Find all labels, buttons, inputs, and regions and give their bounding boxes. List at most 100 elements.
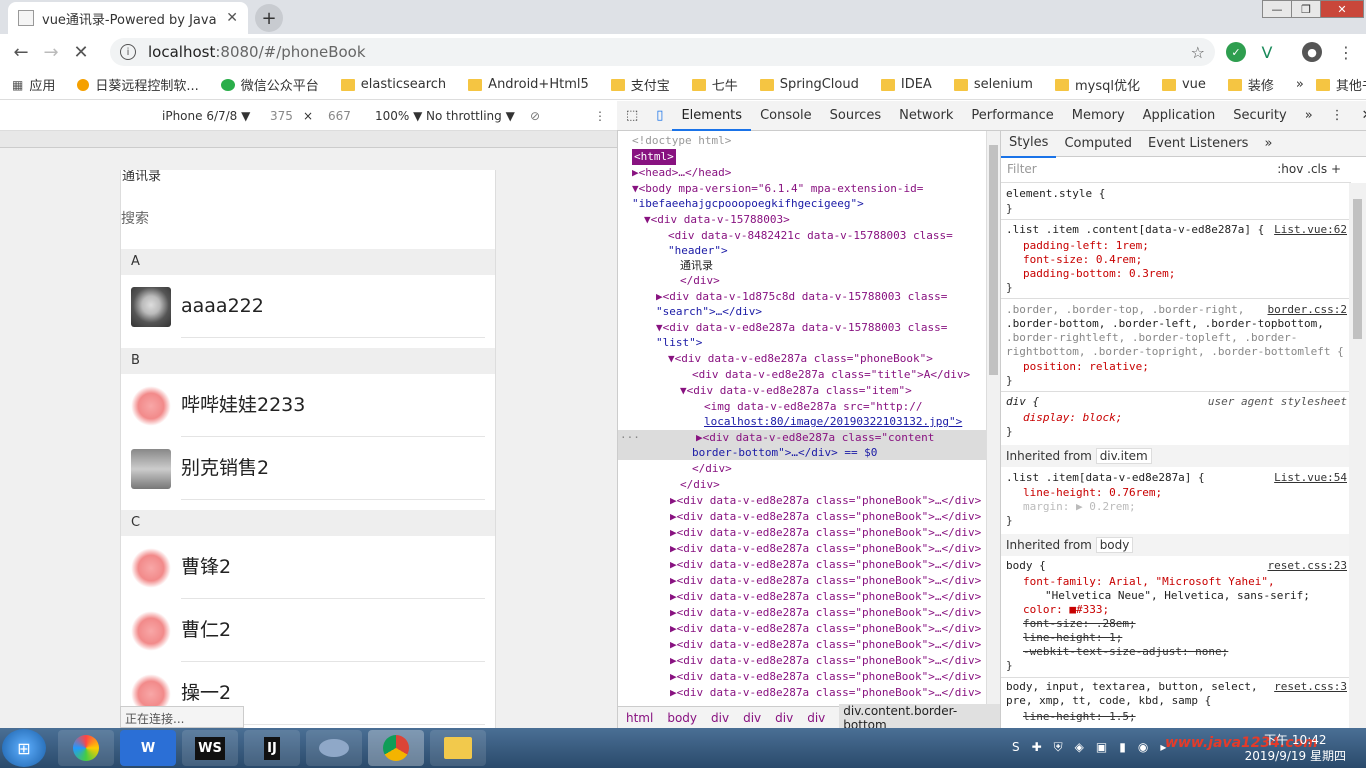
rule-source-link[interactable]: reset.css:3 bbox=[1274, 680, 1347, 694]
tab-styles[interactable]: Styles bbox=[1001, 130, 1057, 158]
rule-selector[interactable]: body { bbox=[1006, 559, 1046, 573]
css-property[interactable]: line-height: 1.5; bbox=[1023, 710, 1136, 724]
bookmark-folder[interactable]: vue bbox=[1161, 77, 1206, 92]
scroll-thumb[interactable] bbox=[1353, 199, 1362, 339]
rule-selector[interactable]: .list .item .content[data-v-ed8e287a] { bbox=[1006, 223, 1264, 237]
rule-selector[interactable]: .border-bottom, .border-left, .border-to… bbox=[1006, 317, 1324, 331]
browser-tab[interactable]: vue通讯录-Powered by Java12 ✕ bbox=[8, 2, 248, 34]
rule-selector[interactable]: pre, xmp, tt, code, kbd, samp { bbox=[1006, 694, 1211, 708]
new-tab-button[interactable]: + bbox=[255, 4, 283, 32]
taskbar-app-mysql[interactable] bbox=[306, 730, 362, 766]
css-property[interactable]: line-height: 0.76rem; bbox=[1023, 486, 1162, 500]
taskbar-app-wps[interactable]: W bbox=[120, 730, 176, 766]
css-property[interactable]: display: block; bbox=[1023, 411, 1122, 425]
elements-scrollbar[interactable] bbox=[986, 131, 1000, 706]
crumb[interactable]: html bbox=[626, 711, 653, 725]
rule-source-link[interactable]: List.vue:54 bbox=[1274, 471, 1347, 485]
inherited-chip[interactable]: div.item bbox=[1095, 448, 1152, 464]
dom-line[interactable]: "list"> bbox=[656, 335, 702, 351]
dom-line[interactable]: "header"> bbox=[668, 243, 728, 259]
tray-icons[interactable]: S✚⛨◈▣▮◉▸ bbox=[1012, 740, 1178, 755]
styles-scrollbar[interactable] bbox=[1349, 183, 1366, 728]
height-input[interactable]: 667 bbox=[328, 109, 351, 123]
rule-selector[interactable]: div { bbox=[1006, 395, 1039, 409]
dom-line[interactable]: ▶<div data-v-ed8e287a class="phoneBook">… bbox=[670, 669, 981, 685]
dom-line[interactable]: ▶<div data-v-ed8e287a class="phoneBook">… bbox=[670, 653, 981, 669]
device-select[interactable]: iPhone 6/7/8 ▼ bbox=[162, 109, 250, 123]
system-clock[interactable]: 下午 10:42 2019/9/19 星期四 bbox=[1245, 732, 1346, 764]
tab-application[interactable]: Application bbox=[1134, 101, 1225, 131]
rule-source-link[interactable]: border.css:2 bbox=[1268, 303, 1347, 317]
tab-security[interactable]: Security bbox=[1224, 101, 1295, 131]
close-tab-icon[interactable]: ✕ bbox=[226, 10, 238, 26]
address-bar[interactable]: i localhost:8080/#/phoneBook ☆ bbox=[110, 38, 1215, 66]
scroll-thumb[interactable] bbox=[989, 145, 998, 375]
css-property[interactable]: padding-bottom: 0.3rem; bbox=[1023, 267, 1175, 281]
filter-toggles[interactable]: :hov .cls + bbox=[1277, 162, 1341, 176]
tab-network[interactable]: Network bbox=[890, 101, 962, 131]
dom-line[interactable]: ▶<div data-v-1d875c8d data-v-15788003 cl… bbox=[656, 289, 947, 305]
bookmarks-more-button[interactable]: » bbox=[1296, 77, 1304, 92]
dom-line[interactable]: "search">…</div> bbox=[656, 304, 762, 320]
crumb[interactable]: div bbox=[743, 711, 761, 725]
css-property[interactable]: margin: ▶ 0.2rem; bbox=[1023, 500, 1136, 514]
close-window-button[interactable]: ✕ bbox=[1320, 0, 1364, 18]
dom-line[interactable]: <img data-v-ed8e287a src="http:// bbox=[704, 399, 923, 415]
rule-selector[interactable]: body, input, textarea, button, select, bbox=[1006, 680, 1258, 694]
dom-line[interactable]: </div> bbox=[680, 477, 720, 493]
tab-console[interactable]: Console bbox=[751, 101, 821, 131]
bookmark-folder[interactable]: selenium bbox=[953, 77, 1033, 92]
tab-sources[interactable]: Sources bbox=[821, 101, 890, 131]
contact-item[interactable]: 曹锋2 bbox=[121, 536, 495, 599]
elements-tree[interactable]: <!doctype html> <html> ▶<head>…</head> ▼… bbox=[618, 131, 986, 706]
menu-icon[interactable]: ⋮ bbox=[1336, 42, 1356, 62]
maximize-button[interactable]: ❐ bbox=[1291, 0, 1321, 18]
bookmark-apps[interactable]: ▦ 应用 bbox=[12, 75, 55, 95]
contact-item[interactable]: 哔哔娃娃2233 bbox=[121, 374, 495, 437]
bookmark-folder[interactable]: 七牛 bbox=[691, 75, 738, 94]
dom-line[interactable]: <div data-v-8482421c data-v-15788003 cla… bbox=[668, 228, 953, 244]
search-input[interactable]: 搜索 bbox=[121, 208, 495, 249]
rule-selector[interactable]: .border-rightleft, .border-topleft, .bor… bbox=[1006, 331, 1297, 345]
dom-line[interactable]: ▶<div data-v-ed8e287a class="phoneBook">… bbox=[670, 525, 981, 541]
css-property[interactable]: position: relative; bbox=[1023, 360, 1149, 374]
crumb[interactable]: div bbox=[775, 711, 793, 725]
bookmark-folder[interactable]: mysql优化 bbox=[1054, 75, 1140, 94]
css-property[interactable]: font-family: Arial, "Microsoft Yahei", bbox=[1023, 575, 1275, 589]
width-input[interactable]: 375 bbox=[270, 109, 293, 123]
css-property[interactable]: -webkit-text-size-adjust: none; bbox=[1023, 645, 1228, 659]
bookmark-other[interactable]: 其他书签 bbox=[1315, 75, 1366, 94]
dom-line[interactable]: ▶<div data-v-ed8e287a class="phoneBook">… bbox=[670, 541, 981, 557]
dom-line[interactable]: ▶<div data-v-ed8e287a class="phoneBook">… bbox=[670, 589, 981, 605]
dom-line[interactable]: </div> bbox=[692, 461, 732, 477]
device-menu-icon[interactable]: ⋮ bbox=[594, 109, 606, 123]
css-property[interactable]: "Helvetica Neue", Helvetica, sans-serif; bbox=[1045, 589, 1310, 603]
dom-line[interactable]: border-bottom">…</div> == $0 bbox=[692, 445, 877, 461]
bookmark-folder[interactable]: IDEA bbox=[880, 77, 932, 92]
dom-line[interactable]: <html> bbox=[632, 149, 676, 165]
dom-line[interactable]: ▶<div data-v-ed8e287a class="phoneBook">… bbox=[670, 637, 981, 653]
dom-line[interactable]: ▶<head>…</head> bbox=[632, 165, 731, 181]
dom-line[interactable]: 通讯录 bbox=[680, 258, 713, 274]
rule-selector[interactable]: .border, .border-top, .border-right, bbox=[1006, 303, 1244, 317]
forward-icon[interactable]: → bbox=[36, 37, 66, 67]
more-tabs-button[interactable]: » bbox=[1296, 101, 1322, 131]
dom-line[interactable]: <!doctype html> bbox=[632, 133, 731, 149]
dom-line[interactable]: ▶<div data-v-ed8e287a class="phoneBook">… bbox=[670, 493, 981, 509]
tab-performance[interactable]: Performance bbox=[962, 101, 1062, 131]
rule-source-link[interactable]: List.vue:62 bbox=[1274, 223, 1347, 237]
taskbar-app-explorer[interactable] bbox=[430, 730, 486, 766]
close-devtools-icon[interactable]: ✕ bbox=[1353, 101, 1366, 131]
dom-line[interactable]: ▼<div data-v-15788003> bbox=[644, 212, 790, 228]
rule-source-link[interactable]: reset.css:23 bbox=[1268, 559, 1347, 573]
bookmark-folder[interactable]: 装修 bbox=[1227, 75, 1274, 94]
tab-elements[interactable]: Elements bbox=[672, 101, 752, 131]
css-property[interactable]: font-size: .28em; bbox=[1023, 617, 1136, 631]
contact-item[interactable]: 曹仁2 bbox=[121, 599, 495, 662]
taskbar-app-photos[interactable] bbox=[58, 730, 114, 766]
account-icon[interactable]: ● bbox=[1302, 42, 1322, 62]
dom-line[interactable]: ▼<div data-v-ed8e287a data-v-15788003 cl… bbox=[656, 320, 947, 336]
contact-item[interactable]: 别克销售2 bbox=[121, 437, 495, 500]
device-toggle-icon[interactable]: ▯ bbox=[647, 101, 672, 131]
back-icon[interactable]: ← bbox=[6, 37, 36, 67]
